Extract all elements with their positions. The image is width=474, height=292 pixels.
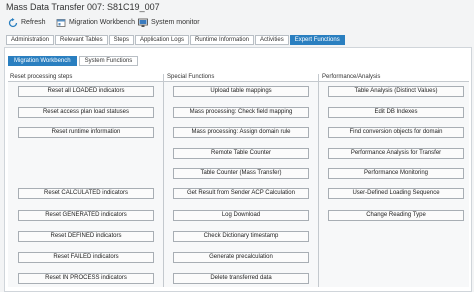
sub-tab-strip: Migration Workbench System Functions xyxy=(8,56,140,66)
section-divider xyxy=(163,74,164,287)
tab-expert-functions[interactable]: Expert Functions xyxy=(289,35,345,45)
refresh-icon xyxy=(8,17,18,28)
title-bar: Mass Data Transfer 007: S81C19_007 xyxy=(0,0,474,14)
section-rule xyxy=(319,81,469,82)
upload-table-mappings-button[interactable]: Upload table mappings xyxy=(173,86,309,97)
reset-generated-button[interactable]: Reset GENERATED indicators xyxy=(18,210,154,221)
get-result-acp-button[interactable]: Get Result from Sender ACP Calculation xyxy=(173,188,309,199)
tab-steps[interactable]: Steps xyxy=(108,35,134,45)
section-rule xyxy=(8,81,163,82)
check-field-mapping-button[interactable]: Mass processing: Check field mapping xyxy=(173,107,309,118)
subtab-migration-workbench[interactable]: Migration Workbench xyxy=(8,56,77,66)
tab-administration[interactable]: Administration xyxy=(6,35,55,45)
check-dictionary-timestamp-button[interactable]: Check Dictionary timestamp xyxy=(173,231,309,242)
remote-table-counter-button[interactable]: Remote Table Counter xyxy=(173,148,309,159)
reset-loaded-button[interactable]: Reset all LOADED indicators xyxy=(18,86,154,97)
refresh-label: Refresh xyxy=(21,19,46,26)
table-analysis-button[interactable]: Table Analysis (Distinct Values) xyxy=(328,86,464,97)
loading-sequence-button[interactable]: User-Defined Loading Sequence xyxy=(328,188,464,199)
tab-relevant-tables[interactable]: Relevant Tables xyxy=(55,35,108,45)
assign-domain-rule-button[interactable]: Mass processing: Assign domain rule xyxy=(173,127,309,138)
reset-runtime-info-button[interactable]: Reset runtime information xyxy=(18,127,154,138)
migration-workbench-button[interactable]: Migration Workbench xyxy=(56,17,135,28)
toolbar: Refresh Migration Workbench System monit… xyxy=(0,14,474,31)
reset-in-process-button[interactable]: Reset IN PROCESS indicators xyxy=(18,273,154,284)
subtab-system-functions[interactable]: System Functions xyxy=(78,56,139,66)
change-reading-type-button[interactable]: Change Reading Type xyxy=(328,210,464,221)
section-rule xyxy=(164,81,318,82)
migration-workbench-label: Migration Workbench xyxy=(69,19,136,26)
find-conversion-objects-button[interactable]: Find conversion objects for domain xyxy=(328,127,464,138)
reset-access-plan-button[interactable]: Reset access plan load statuses xyxy=(18,107,154,118)
system-monitor-button[interactable]: System monitor xyxy=(138,17,200,28)
tab-activities[interactable]: Activities xyxy=(255,35,289,45)
edit-db-indexes-button[interactable]: Edit DB Indexes xyxy=(328,107,464,118)
main-tab-strip: Administration Relevant Tables Steps App… xyxy=(6,35,346,45)
generate-precalculation-button[interactable]: Generate precalculation xyxy=(173,252,309,263)
performance-monitoring-button[interactable]: Performance Monitoring xyxy=(328,168,464,179)
log-download-button[interactable]: Log Download xyxy=(173,210,309,221)
reset-failed-button[interactable]: Reset FAILED indicators xyxy=(18,252,154,263)
tab-application-logs[interactable]: Application Logs xyxy=(134,35,189,45)
monitor-icon xyxy=(138,18,148,28)
workbench-icon xyxy=(56,18,66,28)
performance-analysis-button[interactable]: Performance Analysis for Transfer xyxy=(328,148,464,159)
reset-calculated-button[interactable]: Reset CALCULATED indicators xyxy=(18,188,154,199)
table-counter-button[interactable]: Table Counter (Mass Transfer) xyxy=(173,168,309,179)
section-divider xyxy=(318,74,319,287)
delete-transferred-data-button[interactable]: Delete transferred data xyxy=(173,273,309,284)
tab-runtime-information[interactable]: Runtime Information xyxy=(189,35,255,45)
window-title: Mass Data Transfer 007: S81C19_007 xyxy=(6,2,160,12)
reset-defined-button[interactable]: Reset DEFINED indicators xyxy=(18,231,154,242)
refresh-button[interactable]: Refresh xyxy=(8,17,46,28)
system-monitor-label: System monitor xyxy=(151,19,200,26)
